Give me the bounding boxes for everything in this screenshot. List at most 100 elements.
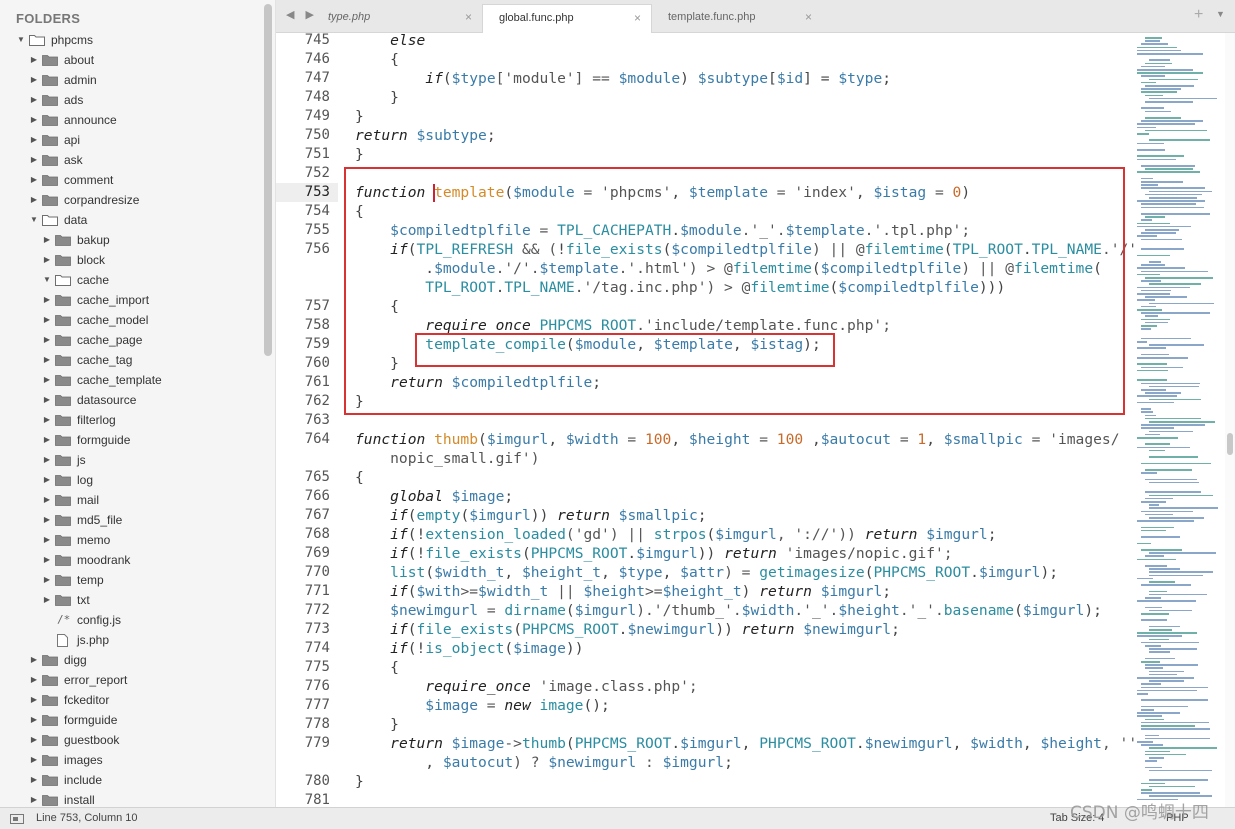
chevron-right-icon[interactable]: ▶ (29, 130, 39, 150)
chevron-right-icon[interactable]: ▶ (29, 90, 39, 110)
chevron-right-icon[interactable]: ▶ (42, 350, 52, 370)
chevron-right-icon[interactable]: ▶ (42, 230, 52, 250)
chevron-right-icon[interactable]: ▶ (29, 50, 39, 70)
scrollbar-thumb[interactable] (1227, 433, 1233, 455)
chevron-right-icon[interactable]: ▶ (29, 70, 39, 90)
sidebar-item-cache-model[interactable]: ▶ cache_model (0, 310, 262, 330)
tab-global-func-php[interactable]: global.func.php × (482, 4, 652, 33)
sidebar-item-cache-page[interactable]: ▶ cache_page (0, 330, 262, 350)
sidebar-item-digg[interactable]: ▶ digg (0, 650, 262, 670)
editor-scrollbar[interactable] (1225, 33, 1235, 807)
sidebar-item-temp[interactable]: ▶ temp (0, 570, 262, 590)
sidebar-item-block[interactable]: ▶ block (0, 250, 262, 270)
chevron-right-icon[interactable]: ▶ (29, 670, 39, 690)
chevron-right-icon[interactable]: ▶ (42, 370, 52, 390)
folder-icon (55, 234, 71, 246)
sidebar-item-data[interactable]: ▼ data (0, 210, 262, 230)
chevron-right-icon[interactable]: ▶ (42, 390, 52, 410)
chevron-right-icon[interactable]: ▶ (42, 590, 52, 610)
chevron-right-icon[interactable]: ▶ (42, 250, 52, 270)
chevron-right-icon[interactable]: ▶ (42, 310, 52, 330)
sidebar-item-error-report[interactable]: ▶ error_report (0, 670, 262, 690)
sidebar-item-label: data (64, 213, 88, 227)
sidebar-item-phpcms[interactable]: ▼ phpcms (0, 30, 262, 50)
sidebar-item-cache-template[interactable]: ▶ cache_template (0, 370, 262, 390)
sidebar-item-install[interactable]: ▶ install (0, 790, 262, 807)
chevron-right-icon[interactable]: ▶ (42, 550, 52, 570)
chevron-right-icon[interactable]: ▶ (42, 330, 52, 350)
sidebar-item-admin[interactable]: ▶ admin (0, 70, 262, 90)
new-tab-icon[interactable]: + (1194, 6, 1203, 24)
chevron-right-icon[interactable]: ▶ (42, 470, 52, 490)
sidebar-item-cache-import[interactable]: ▶ cache_import (0, 290, 262, 310)
chevron-right-icon[interactable]: ▶ (29, 170, 39, 190)
sidebar-item-images[interactable]: ▶ images (0, 750, 262, 770)
sidebar-item-bakup[interactable]: ▶ bakup (0, 230, 262, 250)
sidebar-item-about[interactable]: ▶ about (0, 50, 262, 70)
chevron-right-icon[interactable]: ▶ (42, 410, 52, 430)
code-editor[interactable]: 745 746 747 748 749 750 751 752 753 754 755 756 757 7… (276, 33, 1135, 807)
chevron-right-icon[interactable]: ▶ (42, 290, 52, 310)
sidebar-item-memo[interactable]: ▶ memo (0, 530, 262, 550)
close-icon[interactable]: × (465, 4, 472, 31)
sidebar-item-api[interactable]: ▶ api (0, 130, 262, 150)
sidebar-item-formguide[interactable]: ▶ formguide (0, 430, 262, 450)
chevron-right-icon[interactable]: ▶ (29, 650, 39, 670)
sidebar-item-moodrank[interactable]: ▶ moodrank (0, 550, 262, 570)
chevron-right-icon[interactable]: ▶ (42, 450, 52, 470)
minimap[interactable] (1135, 33, 1225, 807)
chevron-right-icon[interactable]: ▶ (42, 510, 52, 530)
sidebar-item-log[interactable]: ▶ log (0, 470, 262, 490)
sidebar-item-mail[interactable]: ▶ mail (0, 490, 262, 510)
minimap-line (1137, 293, 1171, 295)
sidebar-scrollbar[interactable] (264, 4, 272, 356)
chevron-right-icon[interactable]: ▶ (29, 150, 39, 170)
close-icon[interactable]: × (805, 4, 812, 31)
line-number: 772 (304, 602, 330, 618)
chevron-right-icon[interactable]: ▶ (42, 490, 52, 510)
code-token: (! (407, 526, 426, 543)
sidebar-item-cache-tag[interactable]: ▶ cache_tag (0, 350, 262, 370)
sidebar-item-config-js[interactable]: /* config.js (0, 610, 262, 630)
chevron-right-icon[interactable]: ▶ (29, 690, 39, 710)
chevron-down-icon[interactable]: ▼ (29, 210, 39, 230)
chevron-down-icon[interactable]: ▼ (42, 270, 52, 290)
code-token: 1 (917, 431, 927, 448)
chevron-right-icon[interactable]: ▶ (42, 570, 52, 590)
sidebar-item-js-php[interactable]: js.php (0, 630, 262, 650)
chevron-right-icon[interactable]: ▶ (29, 110, 39, 130)
close-icon[interactable]: × (634, 5, 641, 32)
sidebar-item-formguide[interactable]: ▶ formguide (0, 710, 262, 730)
minimap-line (1141, 184, 1159, 186)
sidebar-item-ads[interactable]: ▶ ads (0, 90, 262, 110)
sidebar-item-include[interactable]: ▶ include (0, 770, 262, 790)
sidebar-item-cache[interactable]: ▼ cache (0, 270, 262, 290)
chevron-right-icon[interactable]: ▶ (29, 730, 39, 750)
sidebar-item-md5-file[interactable]: ▶ md5_file (0, 510, 262, 530)
chevron-right-icon[interactable]: ▶ (42, 530, 52, 550)
sidebar-item-corpandresize[interactable]: ▶ corpandresize (0, 190, 262, 210)
sidebar-item-fckeditor[interactable]: ▶ fckeditor (0, 690, 262, 710)
sidebar-item-filterlog[interactable]: ▶ filterlog (0, 410, 262, 430)
sidebar-item-txt[interactable]: ▶ txt (0, 590, 262, 610)
sidebar-item-datasource[interactable]: ▶ datasource (0, 390, 262, 410)
sidebar-item-ask[interactable]: ▶ ask (0, 150, 262, 170)
line-number: 757 (304, 298, 330, 314)
chevron-down-icon[interactable]: ▼ (16, 30, 26, 50)
tab-type-php[interactable]: type.php × (312, 4, 482, 33)
sidebar-item-js[interactable]: ▶ js (0, 450, 262, 470)
minimap-line (1137, 46, 1177, 49)
tab-menu-icon[interactable]: ▼ (1216, 9, 1225, 19)
tab-template-func-php[interactable]: template.func.php × (652, 4, 822, 33)
code-token: { (355, 469, 364, 486)
sidebar-item-announce[interactable]: ▶ announce (0, 110, 262, 130)
chevron-right-icon[interactable]: ▶ (29, 190, 39, 210)
chevron-right-icon[interactable]: ▶ (29, 750, 39, 770)
sidebar-item-comment[interactable]: ▶ comment (0, 170, 262, 190)
sidebar-item-guestbook[interactable]: ▶ guestbook (0, 730, 262, 750)
chevron-right-icon[interactable]: ▶ (29, 790, 39, 807)
chevron-right-icon[interactable]: ▶ (29, 770, 39, 790)
chevron-right-icon[interactable]: ▶ (29, 710, 39, 730)
chevron-right-icon[interactable]: ▶ (42, 430, 52, 450)
panel-toggle-icon[interactable] (10, 814, 24, 824)
